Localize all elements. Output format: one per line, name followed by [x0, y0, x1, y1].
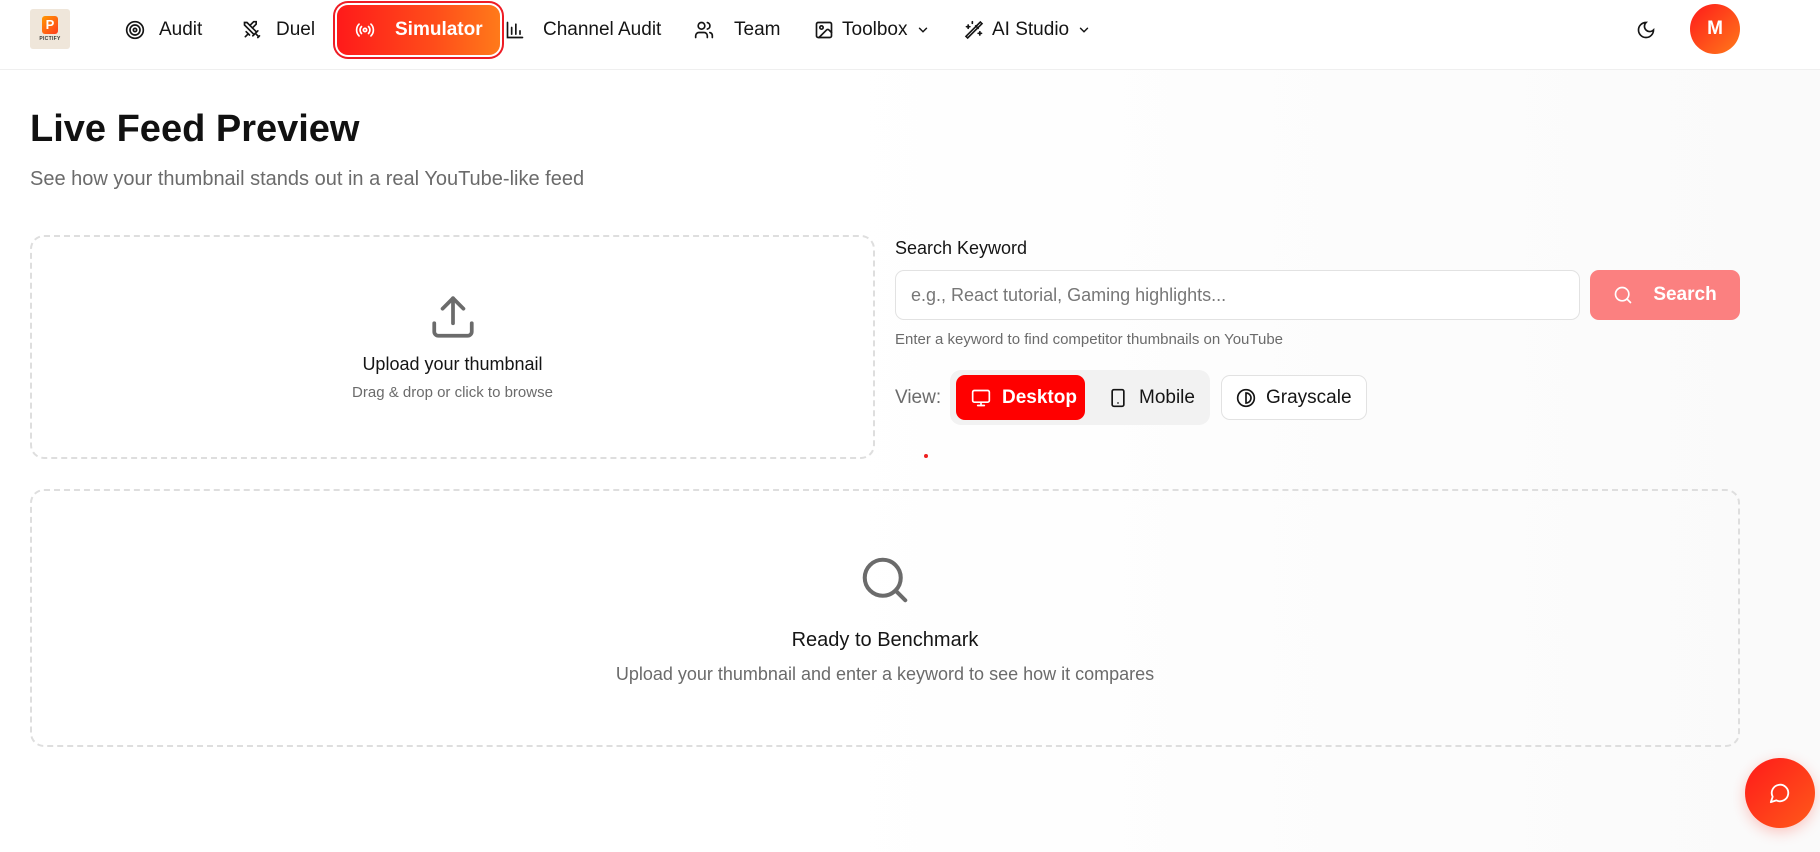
theme-toggle-button[interactable]: [1630, 14, 1662, 46]
nav-item-ai-studio[interactable]: AI Studio: [964, 10, 1091, 50]
page-subtitle: See how your thumbnail stands out in a r…: [30, 168, 585, 190]
empty-state-title: Ready to Benchmark: [791, 629, 979, 651]
empty-state-hint: Upload your thumbnail and enter a keywor…: [615, 664, 1155, 684]
logo-mark: P: [42, 16, 58, 34]
moon-icon: [1637, 21, 1655, 39]
search-button[interactable]: Search: [1590, 270, 1740, 320]
grayscale-toggle-button[interactable]: Grayscale: [1221, 375, 1367, 420]
upload-hint: Drag & drop or click to browse: [352, 384, 553, 401]
nav-item-label: Simulator: [395, 19, 483, 40]
search-help-text: Enter a keyword to find competitor thumb…: [895, 331, 1284, 348]
page-title: Live Feed Preview: [30, 108, 360, 150]
benchmark-empty-state: Ready to Benchmark Upload your thumbnail…: [30, 489, 1740, 747]
view-desktop-label: Desktop: [1002, 386, 1077, 408]
magic-wand-icon: [964, 20, 984, 40]
nav-item-simulator[interactable]: Simulator: [337, 5, 500, 55]
nav-item-label: AI Studio: [992, 19, 1070, 40]
nav-item-label: Team: [734, 19, 781, 40]
view-mode-toggle: Desktop Mobile: [950, 370, 1210, 425]
view-mobile-button[interactable]: Mobile: [1100, 375, 1204, 420]
target-icon: [125, 20, 145, 40]
view-label: View:: [895, 387, 942, 408]
chevron-down-icon: [918, 27, 927, 33]
nav-item-label: Channel Audit: [543, 19, 662, 40]
search-icon: [1614, 286, 1632, 304]
nav-item-label: Audit: [159, 19, 203, 40]
nav-item-audit[interactable]: Audit: [125, 10, 202, 50]
image-tool-icon: [815, 21, 833, 39]
search-keyword-label: Search Keyword: [895, 238, 1028, 258]
upload-icon: [431, 296, 474, 338]
app-logo[interactable]: P PICTIFY: [30, 9, 70, 49]
contrast-icon: [1236, 388, 1256, 407]
bar-chart-icon: [506, 21, 524, 39]
nav-item-toolbox[interactable]: Toolbox: [814, 10, 930, 50]
smartphone-icon: [1111, 388, 1125, 407]
view-mobile-label: Mobile: [1139, 386, 1195, 408]
top-navigation: P PICTIFY Audit Duel Simulator Channel A…: [0, 0, 1820, 70]
logo-wordmark: PICTIFY: [39, 36, 61, 42]
users-icon: [694, 21, 714, 39]
view-desktop-button[interactable]: Desktop: [956, 375, 1085, 420]
nav-item-channel-audit[interactable]: Channel Audit: [505, 10, 661, 50]
monitor-icon: [971, 389, 991, 406]
upload-title: Upload your thumbnail: [362, 354, 543, 374]
nav-item-team[interactable]: Team: [694, 10, 780, 50]
user-avatar[interactable]: M: [1690, 4, 1740, 54]
nav-item-label: Duel: [276, 19, 316, 40]
grayscale-label: Grayscale: [1266, 386, 1352, 408]
search-icon: [862, 557, 908, 603]
broadcast-icon: [355, 23, 375, 37]
search-keyword-input[interactable]: [895, 270, 1580, 320]
nav-item-duel[interactable]: Duel: [242, 10, 315, 50]
chat-button[interactable]: [1745, 758, 1815, 828]
crossed-swords-icon: [243, 20, 261, 39]
chat-bubble-icon: [1769, 783, 1790, 804]
indicator-dot: [924, 454, 928, 458]
nav-item-label: Toolbox: [842, 19, 908, 40]
search-button-label: Search: [1653, 284, 1717, 305]
chevron-down-icon: [1079, 27, 1089, 33]
thumbnail-upload-dropzone[interactable]: Upload your thumbnail Drag & drop or cli…: [30, 235, 875, 459]
